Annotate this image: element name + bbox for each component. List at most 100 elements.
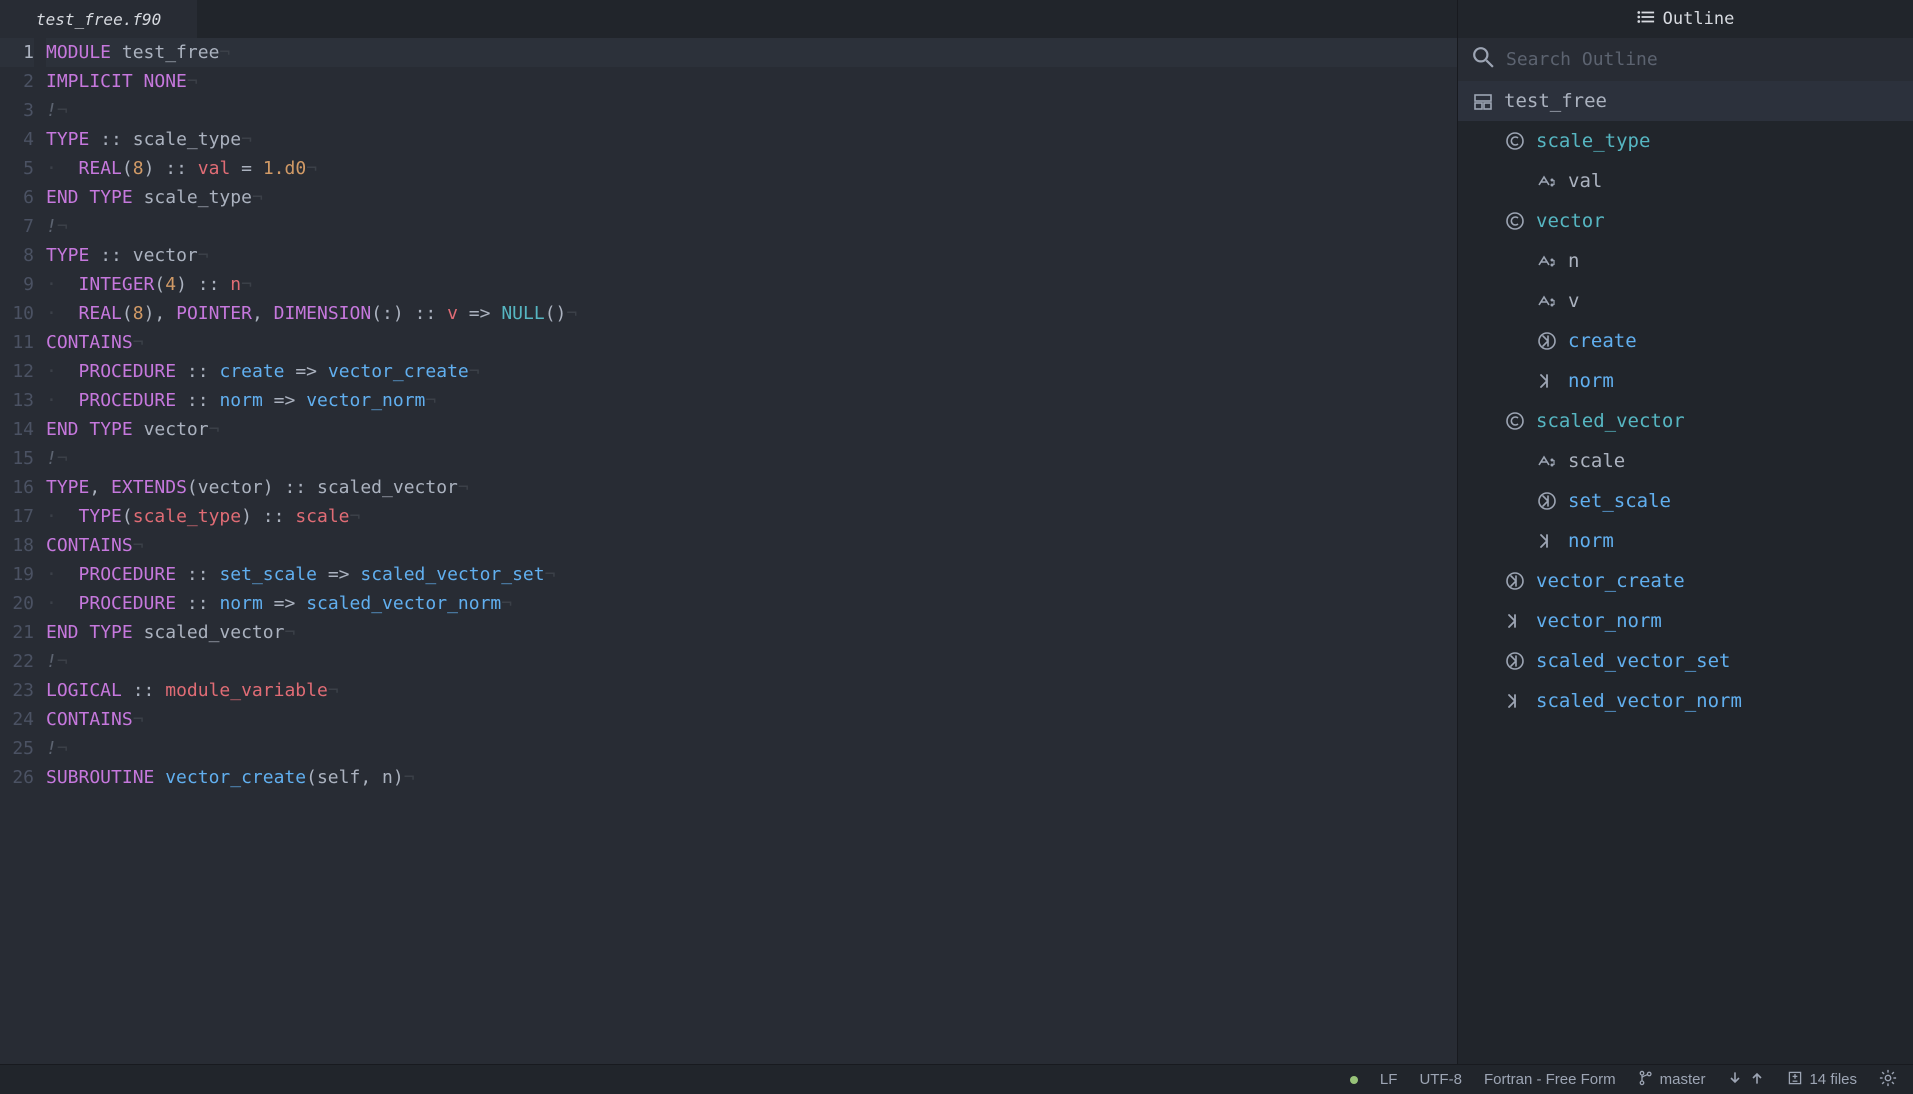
line-number: 2	[0, 67, 34, 96]
class-icon	[1504, 211, 1526, 231]
code-line[interactable]: TYPE :: scale_type¬	[46, 125, 1457, 154]
code-line[interactable]: · PROCEDURE :: create => vector_create¬	[46, 357, 1457, 386]
func-icon	[1536, 531, 1558, 551]
class-icon	[1504, 411, 1526, 431]
line-number: 15	[0, 444, 34, 473]
outline-item-scaled-vector-set[interactable]: scaled_vector_set	[1458, 641, 1913, 681]
sub-icon	[1536, 331, 1558, 351]
line-number: 13	[0, 386, 34, 415]
code-line[interactable]: MODULE test_free¬	[46, 38, 1457, 67]
code-line[interactable]: IMPLICIT NONE¬	[46, 67, 1457, 96]
line-number: 7	[0, 212, 34, 241]
line-number: 4	[0, 125, 34, 154]
status-line-ending-label: LF	[1380, 1071, 1398, 1088]
code-lines[interactable]: MODULE test_free¬IMPLICIT NONE¬!¬TYPE ::…	[46, 38, 1457, 1064]
line-number: 23	[0, 676, 34, 705]
code-line[interactable]: · REAL(8), POINTER, DIMENSION(:) :: v =>…	[46, 299, 1457, 328]
outline-item-create[interactable]: create	[1458, 321, 1913, 361]
line-number: 22	[0, 647, 34, 676]
outline-item-label: scale	[1568, 450, 1625, 472]
outline-item-label: scale_type	[1536, 130, 1650, 152]
outline-item-label: norm	[1568, 530, 1614, 552]
code-line[interactable]: · PROCEDURE :: set_scale => scaled_vecto…	[46, 560, 1457, 589]
status-bar: LF UTF-8 Fortran - Free Form master 14 f…	[0, 1064, 1913, 1094]
code-line[interactable]: CONTAINS¬	[46, 531, 1457, 560]
code-line[interactable]: SUBROUTINE vector_create(self, n)¬	[46, 763, 1457, 792]
tab-test-free[interactable]: test_free.f90	[0, 0, 197, 38]
status-fetch[interactable]	[1727, 1070, 1765, 1090]
outline-item-n[interactable]: n	[1458, 241, 1913, 281]
outline-item-test-free[interactable]: test_free	[1458, 81, 1913, 121]
outline-search-input[interactable]	[1506, 49, 1899, 70]
outline-item-norm[interactable]: norm	[1458, 521, 1913, 561]
code-line[interactable]: · TYPE(scale_type) :: scale¬	[46, 502, 1457, 531]
code-line[interactable]: LOGICAL :: module_variable¬	[46, 676, 1457, 705]
code-line[interactable]: END TYPE scaled_vector¬	[46, 618, 1457, 647]
outline-item-label: scaled_vector	[1536, 410, 1685, 432]
line-number: 3	[0, 96, 34, 125]
line-number: 10	[0, 299, 34, 328]
code-line[interactable]: CONTAINS¬	[46, 328, 1457, 357]
sub-icon	[1504, 571, 1526, 591]
code-line[interactable]: !¬	[46, 212, 1457, 241]
outline-item-scale[interactable]: scale	[1458, 441, 1913, 481]
outline-item-norm[interactable]: norm	[1458, 361, 1913, 401]
code-line[interactable]: !¬	[46, 647, 1457, 676]
outline-item-vector[interactable]: vector	[1458, 201, 1913, 241]
diff-icon	[1787, 1070, 1803, 1090]
outline-item-vector-create[interactable]: vector_create	[1458, 561, 1913, 601]
dot-icon	[1350, 1076, 1358, 1084]
outline-item-val[interactable]: val	[1458, 161, 1913, 201]
code-line[interactable]: TYPE :: vector¬	[46, 241, 1457, 270]
line-number: 5	[0, 154, 34, 183]
main-row: test_free.f90 12345678910111213141516171…	[0, 0, 1913, 1064]
code-line[interactable]: · PROCEDURE :: norm => scaled_vector_nor…	[46, 589, 1457, 618]
func-icon	[1504, 691, 1526, 711]
outline-item-vector-norm[interactable]: vector_norm	[1458, 601, 1913, 641]
field-icon	[1536, 451, 1558, 471]
outline-item-scaled-vector-norm[interactable]: scaled_vector_norm	[1458, 681, 1913, 721]
status-encoding[interactable]: UTF-8	[1419, 1071, 1462, 1088]
code-line[interactable]: · REAL(8) :: val = 1.d0¬	[46, 154, 1457, 183]
status-settings[interactable]	[1879, 1069, 1897, 1091]
code-line[interactable]: · INTEGER(4) :: n¬	[46, 270, 1457, 299]
line-number-gutter: 1234567891011121314151617181920212223242…	[0, 38, 46, 1064]
line-number: 18	[0, 531, 34, 560]
line-number: 20	[0, 589, 34, 618]
sub-icon	[1504, 651, 1526, 671]
outline-item-label: norm	[1568, 370, 1614, 392]
code-area[interactable]: 1234567891011121314151617181920212223242…	[0, 38, 1457, 1064]
outline-item-label: test_free	[1504, 90, 1607, 112]
status-language[interactable]: Fortran - Free Form	[1484, 1071, 1616, 1088]
outline-item-label: scaled_vector_set	[1536, 650, 1730, 672]
code-line[interactable]: !¬	[46, 734, 1457, 763]
func-icon	[1504, 611, 1526, 631]
status-git-branch[interactable]: master	[1638, 1070, 1706, 1090]
code-line[interactable]: END TYPE vector¬	[46, 415, 1457, 444]
outline-search[interactable]	[1458, 38, 1913, 81]
outline-item-label: vector	[1536, 210, 1605, 232]
code-line[interactable]: TYPE, EXTENDS(vector) :: scaled_vector¬	[46, 473, 1457, 502]
code-line[interactable]: !¬	[46, 96, 1457, 125]
line-number: 25	[0, 734, 34, 763]
outline-header: Outline	[1458, 0, 1913, 38]
code-line[interactable]: !¬	[46, 444, 1457, 473]
list-icon	[1637, 8, 1655, 31]
outline-item-scaled-vector[interactable]: scaled_vector	[1458, 401, 1913, 441]
line-number: 9	[0, 270, 34, 299]
status-git-files[interactable]: 14 files	[1787, 1070, 1857, 1090]
status-line-ending[interactable]: LF	[1380, 1071, 1398, 1088]
line-number: 26	[0, 763, 34, 792]
code-line[interactable]: END TYPE scale_type¬	[46, 183, 1457, 212]
line-number: 16	[0, 473, 34, 502]
outline-title: Outline	[1663, 9, 1735, 29]
tab-bar: test_free.f90	[0, 0, 1457, 38]
search-icon	[1472, 46, 1494, 73]
outline-item-scale-type[interactable]: scale_type	[1458, 121, 1913, 161]
line-number: 14	[0, 415, 34, 444]
code-line[interactable]: · PROCEDURE :: norm => vector_norm¬	[46, 386, 1457, 415]
outline-item-set-scale[interactable]: set_scale	[1458, 481, 1913, 521]
outline-item-v[interactable]: v	[1458, 281, 1913, 321]
code-line[interactable]: CONTAINS¬	[46, 705, 1457, 734]
status-clean-indicator[interactable]	[1350, 1076, 1358, 1084]
